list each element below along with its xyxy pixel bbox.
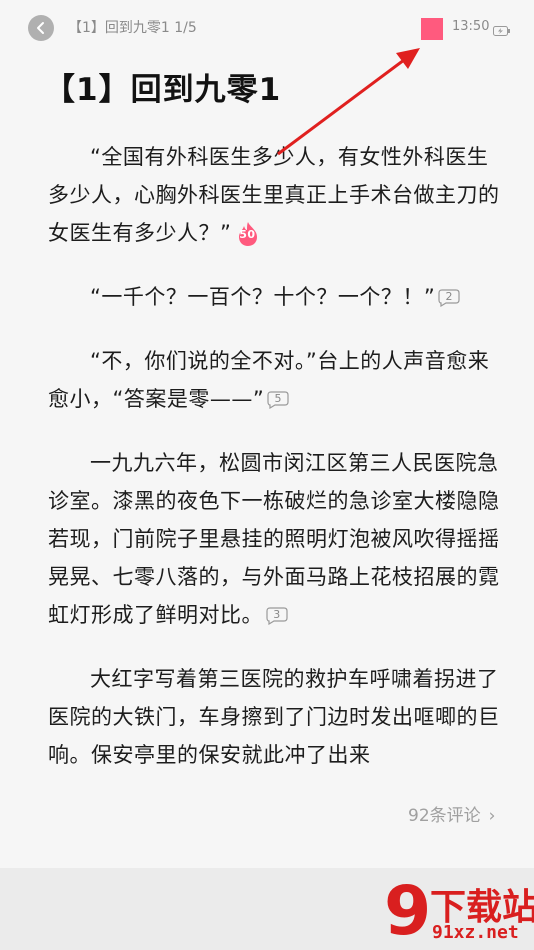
watermark-domain: 91xz.net — [432, 922, 519, 943]
svg-text:9: 9 — [384, 872, 431, 946]
annotation-arrow — [277, 48, 420, 156]
watermark-logo: 9 — [384, 872, 431, 946]
